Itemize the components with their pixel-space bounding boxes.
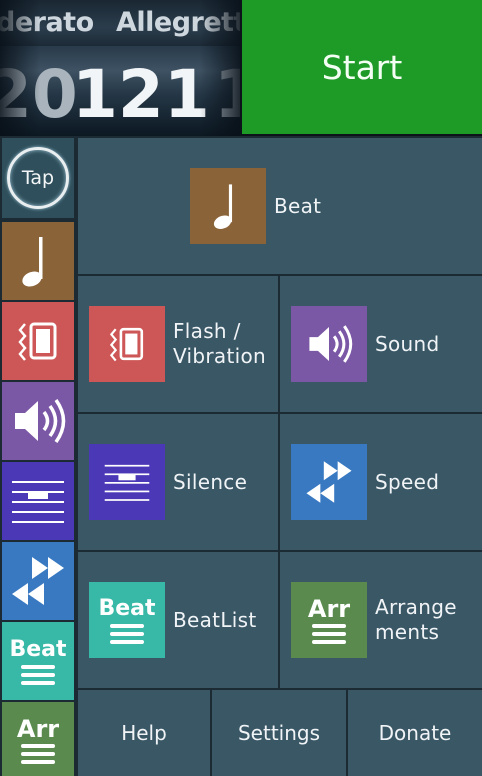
start-button[interactable]: Start [242, 0, 482, 136]
beatlist-tile-label: BeatList [173, 607, 257, 632]
sound-tile-label: Sound [375, 331, 440, 356]
arrangements-tile-label: Arrangements [375, 595, 457, 644]
tap-button[interactable]: Tap [2, 138, 74, 218]
arrangements-icon: Arr [291, 582, 367, 658]
tempo-name-prev: derato [0, 7, 94, 38]
tempo-name-row: derato Allegrett [0, 0, 240, 46]
tap-label: Tap [21, 167, 55, 189]
arrangements-icon: Arr [17, 717, 59, 764]
donate-button[interactable]: Donate [348, 690, 482, 776]
bpm-current: 121 [72, 56, 210, 133]
bpm-next: 1 [214, 56, 240, 133]
beat-tile-label: Beat [274, 193, 322, 218]
settings-button[interactable]: Settings [212, 690, 346, 776]
quick-strip: Tap Beat Arr [0, 136, 76, 776]
vibration-icon [109, 327, 144, 362]
vibration-icon [18, 322, 57, 361]
flash-tile-label: Flash / Vibration [173, 319, 266, 368]
flash-tile-icon [89, 306, 165, 382]
tempo-name-next: Allegrett [116, 7, 242, 38]
tap-ring: Tap [7, 147, 69, 209]
silence-tile-icon [89, 444, 165, 520]
flash-tile[interactable]: Flash / Vibration [78, 276, 278, 412]
beat-tile[interactable]: Beat [78, 138, 482, 274]
speed-icon [12, 557, 64, 605]
speaker-icon [309, 325, 353, 363]
strip-sound-button[interactable] [2, 382, 74, 460]
sound-tile-icon [291, 306, 367, 382]
speed-tile-icon [291, 444, 367, 520]
strip-beat-button[interactable] [2, 222, 74, 300]
note-icon [213, 184, 233, 229]
silence-tile[interactable]: Silence [78, 414, 278, 550]
tempo-wheel[interactable]: derato Allegrett 20 121 1 [0, 0, 242, 136]
beat-tile-icon [190, 168, 266, 244]
strip-flash-button[interactable] [2, 302, 74, 380]
sound-tile[interactable]: Sound [280, 276, 482, 412]
speaker-icon [15, 398, 66, 444]
speed-icon [306, 461, 352, 503]
feature-grid: Beat Flash / Vibration Sound Silence Spe… [76, 136, 482, 776]
beatlist-tile[interactable]: Beat BeatList [78, 552, 278, 688]
strip-silence-button[interactable] [2, 462, 74, 540]
speed-tile-label: Speed [375, 469, 440, 494]
speed-tile[interactable]: Speed [280, 414, 482, 550]
bpm-row: 20 121 1 [0, 46, 240, 136]
beatlist-icon: Beat [89, 582, 165, 658]
beatlist-icon: Beat [9, 637, 67, 685]
rest-icon [104, 464, 150, 501]
strip-speed-button[interactable] [2, 542, 74, 620]
strip-beatlist-button[interactable]: Beat [2, 622, 74, 700]
silence-tile-label: Silence [173, 469, 248, 494]
rest-icon [12, 481, 64, 523]
bpm-prev: 20 [0, 56, 78, 133]
note-icon [22, 237, 43, 287]
arrangements-tile[interactable]: Arr Arrangements [280, 552, 482, 688]
strip-arrangements-button[interactable]: Arr [2, 702, 74, 776]
help-button[interactable]: Help [78, 690, 210, 776]
